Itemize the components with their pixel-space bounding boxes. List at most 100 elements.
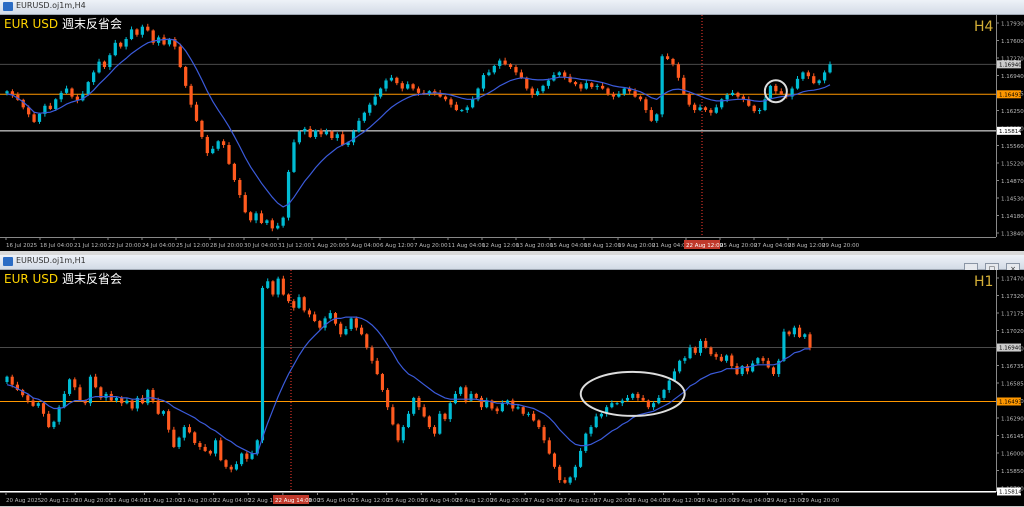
candle-body (771, 367, 776, 375)
candle-body (245, 453, 249, 459)
candle-body (465, 107, 469, 111)
candle-body (735, 366, 739, 375)
h1-chart-canvas[interactable]: 1.174701.173201.171751.170201.168801.167… (0, 270, 1024, 506)
candle-body (641, 397, 645, 401)
candle-body (682, 77, 686, 94)
candle-body (453, 393, 457, 404)
candle-body (625, 397, 630, 401)
time-tick-label: 30 Jul 04:00 (244, 243, 277, 249)
window-controls: _ □ × (962, 256, 1020, 273)
time-tick-label: 20 Aug 12:00 (41, 498, 79, 504)
candle-body (532, 413, 536, 421)
time-tick-label: 11 Aug 04:00 (448, 243, 486, 249)
time-tick-label: 18 Jul 04:00 (40, 243, 73, 249)
h1-chart-window: EURUSD.oj1m,H1 _ □ × 1.17470 1.17320 1.171… (0, 255, 1024, 507)
candle-body (443, 96, 448, 100)
time-tick-label: 24 Jul 04:00 (142, 243, 175, 249)
candle-body (730, 355, 734, 367)
candle-body (48, 105, 52, 109)
time-tick-label: 5 Aug 04:00 (346, 243, 380, 249)
candle-body (787, 331, 791, 335)
candle-body (730, 92, 735, 95)
candle-body (683, 358, 687, 361)
candle-body (271, 281, 275, 295)
time-tick-label: 27 Aug 12:00 (560, 498, 598, 504)
candle-body (667, 380, 671, 390)
svg-text:1.16940: 1.16940 (999, 346, 1022, 352)
candle-body (198, 442, 202, 447)
candle-body (5, 376, 9, 382)
candle-body (162, 37, 166, 45)
candle-body (151, 389, 155, 401)
candle-body (563, 480, 567, 483)
candle-body (297, 297, 301, 308)
crosshair-time-label: 22 Aug 12:00 (684, 240, 724, 249)
candle-body (644, 99, 648, 111)
candle-body (678, 360, 682, 372)
candle-body (449, 99, 453, 105)
candle-body (260, 287, 265, 441)
candle-body (698, 340, 703, 353)
h1-window-titlebar[interactable]: EURUSD.oj1m,H1 _ □ × (0, 255, 1024, 273)
candle-body (270, 220, 274, 229)
candle-body (362, 112, 366, 121)
candle-body (454, 104, 459, 111)
candle-body (704, 340, 708, 348)
candle-body (503, 60, 507, 65)
candle-body (344, 328, 348, 335)
candle-body (703, 107, 708, 111)
white-level-price-tag: 1.15814 (997, 126, 1022, 135)
candle-body (573, 466, 577, 478)
candle-body (558, 466, 562, 481)
time-tick-label: 12 Aug 12:00 (482, 243, 520, 249)
candle-body (254, 213, 258, 221)
time-tick-label: 26 Aug 20:00 (491, 498, 529, 504)
candle-body (219, 440, 223, 461)
candle-body (498, 60, 502, 66)
candle-body (606, 88, 610, 94)
candle-body (211, 148, 215, 154)
candle-body (803, 334, 807, 337)
h4-chart-canvas[interactable]: 1.179301.176001.172701.169401.166051.162… (0, 15, 1024, 251)
candle-body (589, 427, 593, 434)
candle-body (370, 347, 374, 361)
time-tick-label: 25 Aug 04:00 (317, 498, 355, 504)
candle-body (146, 26, 150, 31)
candle-body (78, 387, 82, 401)
candle-body (714, 107, 718, 113)
candle-body (406, 84, 410, 89)
time-tick-label: 20 Aug 20:00 (75, 498, 113, 504)
time-tick-label: 28 Aug 20:00 (698, 498, 736, 504)
candle-body (97, 61, 101, 73)
candle-body (365, 334, 369, 348)
candle-body (70, 88, 74, 97)
candle-body (516, 407, 520, 409)
candle-body (227, 145, 231, 164)
h4-window-titlebar[interactable]: EURUSD.oj1m,H4 (0, 0, 1024, 15)
candle-body (774, 85, 778, 92)
candle-body (104, 393, 108, 398)
time-tick-label: 22 Jul 20:00 (108, 243, 141, 249)
h1-window-title: EURUSD.oj1m,H1 (16, 256, 86, 265)
candle-body (649, 110, 653, 121)
candle-body (514, 67, 518, 73)
candle-body (205, 136, 209, 154)
candle-body (182, 427, 186, 438)
h4-window-title: EURUSD.oj1m,H4 (16, 1, 86, 10)
candle-body (395, 77, 399, 84)
candle-body (657, 397, 661, 404)
candle-body (88, 376, 92, 404)
candle-body (401, 427, 405, 441)
candle-body (535, 91, 540, 95)
candle-body (568, 477, 572, 483)
time-tick-label: 21 Aug 04:00 (110, 498, 148, 504)
candle-body (10, 376, 14, 385)
candle-body (547, 440, 551, 454)
candle-body (184, 67, 188, 86)
candle-body (519, 72, 523, 78)
price-tick-label: 1.16940 (1001, 74, 1024, 80)
time-tick-label: 31 Jul 12:00 (278, 243, 311, 249)
candle-body (232, 163, 237, 180)
candle-body (140, 26, 144, 35)
price-tick-label: 1.16735 (1001, 364, 1024, 370)
